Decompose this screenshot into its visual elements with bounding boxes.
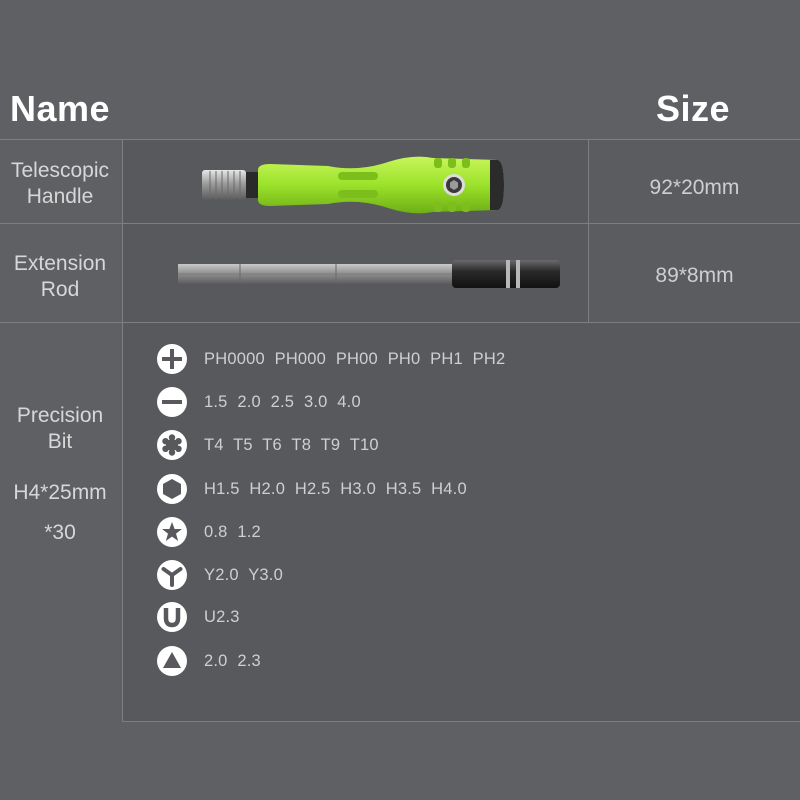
label-line: Extension	[13, 252, 107, 275]
telescopic-handle-label: Telescopic Handle	[0, 158, 120, 210]
phillips-icon	[157, 344, 187, 374]
bit-row-phillips: PH0000 PH000 PH00 PH0 PH1 PH2	[157, 343, 505, 375]
divider	[0, 223, 800, 224]
name-header: Name	[10, 88, 111, 129]
size-cell-bg	[589, 140, 800, 322]
telescopic-handle-image	[202, 156, 504, 214]
bit-row-triangle: 2.0 2.3	[157, 645, 261, 677]
hex-icon	[157, 474, 187, 504]
telescopic-handle-size: 92*20mm	[649, 176, 740, 199]
extension-rod-image	[178, 260, 560, 288]
bit-values: 1.5 2.0 2.5 3.0 4.0	[204, 392, 361, 411]
pentalobe-icon	[157, 517, 187, 547]
bit-row-torx: T4 T5 T6 T8 T9 T10	[157, 429, 379, 461]
label-line: Rod	[40, 278, 80, 301]
u-type-icon	[157, 602, 187, 632]
bit-values: T4 T5 T6 T8 T9 T10	[204, 435, 379, 454]
bit-row-slotted: 1.5 2.0 2.5 3.0 4.0	[157, 386, 361, 418]
bit-values: PH0000 PH000 PH00 PH0 PH1 PH2	[204, 349, 506, 368]
torx-icon	[157, 430, 187, 460]
bit-row-pentalobe: 0.8 1.2	[157, 516, 261, 548]
bit-spec: H4*25mm	[13, 481, 107, 504]
precision-bit-label: Precision Bit	[0, 403, 120, 455]
tri-wing-icon	[157, 560, 187, 590]
triangle-icon	[157, 646, 187, 676]
bit-values: H1.5 H2.0 H2.5 H3.0 H3.5 H4.0	[204, 479, 467, 498]
bit-row-tri-wing: Y2.0 Y3.0	[157, 559, 283, 591]
bit-values: U2.3	[204, 607, 240, 626]
divider	[0, 139, 800, 140]
extension-rod-size: 89*8mm	[655, 264, 734, 287]
label-line: Handle	[26, 185, 94, 208]
bit-row-u-type: U2.3	[157, 601, 240, 633]
divider	[122, 139, 123, 722]
label-line: Precision	[16, 404, 104, 427]
divider	[122, 721, 800, 722]
bit-count: *30	[44, 521, 76, 544]
bit-row-hex: H1.5 H2.0 H2.5 H3.0 H3.5 H4.0	[157, 473, 467, 505]
label-line: Telescopic	[10, 159, 110, 182]
size-header: Size	[656, 88, 731, 129]
slotted-icon	[157, 387, 187, 417]
divider	[0, 322, 800, 323]
extension-rod-label: Extension Rod	[0, 251, 120, 303]
bit-values: Y2.0 Y3.0	[204, 565, 283, 584]
divider	[588, 139, 589, 323]
bit-values: 2.0 2.3	[204, 651, 261, 670]
label-line: Bit	[47, 430, 73, 453]
bit-values: 0.8 1.2	[204, 522, 261, 541]
